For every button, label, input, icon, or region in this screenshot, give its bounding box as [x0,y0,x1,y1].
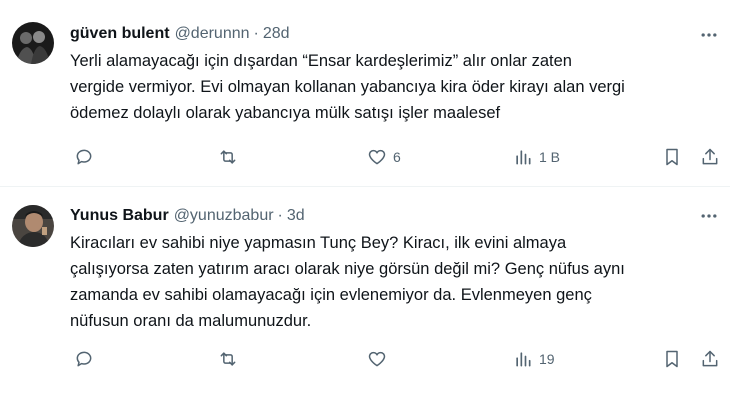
reply-button[interactable] [74,347,94,371]
tweet-text-line: vergide vermiyor. Evi olmayan kollanan y… [70,78,625,96]
user-handle[interactable]: @yunuzbabur [174,207,274,225]
reply-icon [76,149,92,165]
share-button[interactable] [700,347,720,371]
reply-icon [76,351,92,367]
bookmark-icon [666,350,678,368]
more-icon[interactable] [698,205,720,227]
share-icon [702,350,718,367]
retweet-icon [220,150,236,164]
share-icon [702,148,718,165]
tweet-header: Yunus Babur @yunuzbabur · 3d [70,204,305,228]
retweet-icon [220,352,236,366]
retweet-button[interactable] [218,145,238,169]
avatar[interactable] [12,22,54,64]
tweet-text-line: nüfusun oranı da malumunuzdur. [70,312,312,330]
like-count: 6 [393,149,401,165]
display-name[interactable]: güven bulent [70,25,170,43]
avatar[interactable] [12,205,54,247]
tweet-text: Kiracıları ev sahibi niye yapmasın Tunç … [70,230,720,334]
tweet-text-line: çalışıyorsa zaten yatırım aracı olarak n… [70,260,625,278]
user-handle[interactable]: @derunnn [175,25,250,43]
tweet[interactable]: Yunus Babur @yunuzbabur · 3d Kiracıları … [0,187,730,420]
bookmark-button[interactable] [662,145,682,169]
timestamp[interactable]: 3d [287,207,305,225]
tweet-text-line: Yerli alamayacağı için dışardan “Ensar k… [70,52,572,70]
tweet-actions: 6 1 B [70,145,720,169]
like-button[interactable] [367,347,393,371]
retweet-button[interactable] [218,347,238,371]
tweet-header: güven bulent @derunnn · 28d [70,22,290,46]
display-name[interactable]: Yunus Babur [70,207,169,225]
timestamp[interactable]: 28d [263,25,290,43]
bookmark-button[interactable] [662,347,682,371]
tweet-actions: 19 [70,347,720,371]
bar-chart-icon [516,352,531,367]
views-button[interactable]: 1 B [513,145,560,169]
share-button[interactable] [700,145,720,169]
tweet-text-line: Kiracıları ev sahibi niye yapmasın Tunç … [70,234,567,252]
heart-icon [368,351,386,367]
separator-dot: · [253,25,259,42]
view-count: 1 B [539,149,561,165]
more-icon[interactable] [698,24,720,46]
separator-dot: · [277,207,283,224]
tweet[interactable]: güven bulent @derunnn · 28d Yerli alamay… [0,0,730,186]
like-button[interactable]: 6 [367,145,401,169]
view-count: 19 [539,351,555,367]
tweet-text-line: zamanda ev sahibi olamayacağı için evlen… [70,286,592,304]
reply-button[interactable] [74,145,94,169]
bar-chart-icon [516,150,531,165]
heart-icon [368,149,386,165]
tweet-text-line: ödemez dolaylı olarak yabancıya mülk sat… [70,104,501,122]
views-button[interactable]: 19 [513,347,555,371]
tweet-text: Yerli alamayacağı için dışardan “Ensar k… [70,48,720,126]
bookmark-icon [666,148,678,166]
